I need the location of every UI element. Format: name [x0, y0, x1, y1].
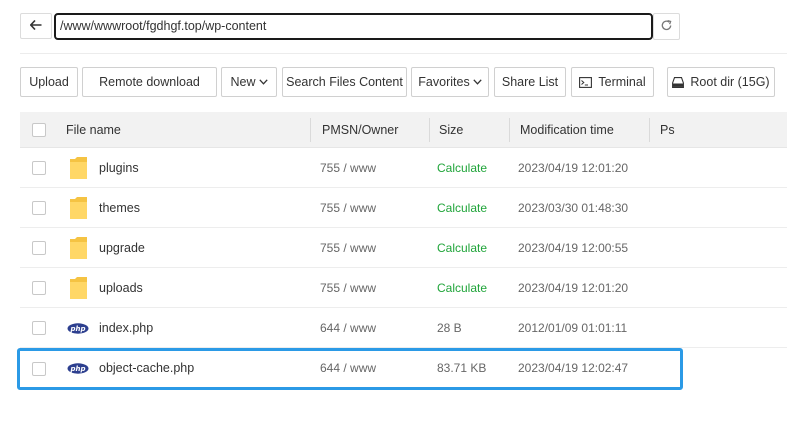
- row-checkbox[interactable]: [32, 362, 46, 376]
- refresh-icon: [660, 19, 673, 35]
- terminal-button[interactable]: Terminal: [571, 67, 654, 97]
- new-dropdown-button[interactable]: New: [221, 67, 277, 97]
- file-modified: 2023/04/19 12:02:47: [518, 361, 629, 375]
- file-permission[interactable]: 755 / www: [320, 188, 376, 228]
- file-permission[interactable]: 755 / www: [320, 148, 376, 188]
- new-label: New: [230, 75, 256, 89]
- row-checkbox[interactable]: [32, 281, 46, 295]
- search-files-label: Search Files Content: [286, 75, 403, 89]
- file-name[interactable]: upgrade: [99, 228, 145, 268]
- favorites-label: Favorites: [418, 75, 470, 89]
- toolbar: Upload Remote download New Search Files …: [20, 67, 787, 97]
- file-name[interactable]: uploads: [99, 268, 143, 308]
- select-all-checkbox[interactable]: [32, 123, 46, 137]
- row-checkbox[interactable]: [32, 161, 46, 175]
- php-icon: php: [67, 308, 89, 348]
- file-name[interactable]: themes: [99, 188, 140, 228]
- folder-icon: [69, 188, 88, 228]
- terminal-icon: [579, 76, 593, 88]
- remote-download-label: Remote download: [99, 75, 200, 89]
- toolbar-divider: [20, 53, 787, 54]
- table-row[interactable]: php index.php 644 / www 28 B 2012/01/09 …: [20, 308, 787, 348]
- header-file-name[interactable]: File name: [66, 112, 121, 148]
- calculate-link[interactable]: Calculate: [437, 148, 487, 188]
- back-button[interactable]: [20, 13, 52, 39]
- table-row[interactable]: php object-cache.php 644 / www 83.71 KB …: [20, 348, 787, 388]
- terminal-label: Terminal: [598, 75, 646, 89]
- file-permission[interactable]: 644 / www: [320, 308, 376, 348]
- folder-icon: [69, 268, 88, 308]
- table-row[interactable]: uploads 755 / www Calculate 2023/04/19 1…: [20, 268, 787, 308]
- column-divider: [649, 118, 650, 142]
- column-divider: [310, 118, 311, 142]
- file-permission[interactable]: 755 / www: [320, 228, 376, 268]
- file-size: 28 B: [437, 321, 462, 335]
- svg-text:php: php: [69, 325, 85, 333]
- favorites-dropdown-button[interactable]: Favorites: [411, 67, 489, 97]
- svg-text:php: php: [69, 365, 85, 373]
- path-input[interactable]: /www/wwwroot/fgdhgf.top/wp-content: [54, 13, 653, 40]
- upload-label: Upload: [29, 75, 69, 89]
- file-modified: 2023/04/19 12:01:20: [518, 161, 629, 175]
- file-size: 83.71 KB: [437, 361, 487, 375]
- chevron-down-icon: [473, 79, 482, 85]
- folder-icon: [69, 148, 88, 188]
- header-ps[interactable]: Ps: [660, 112, 675, 148]
- file-modified: 2023/04/19 12:00:55: [518, 241, 629, 255]
- table-row[interactable]: upgrade 755 / www Calculate 2023/04/19 1…: [20, 228, 787, 268]
- share-list-label: Share List: [501, 75, 559, 89]
- file-name[interactable]: plugins: [99, 148, 139, 188]
- row-checkbox[interactable]: [32, 241, 46, 255]
- calculate-link[interactable]: Calculate: [437, 188, 487, 228]
- table-row[interactable]: themes 755 / www Calculate 2023/03/30 01…: [20, 188, 787, 228]
- calculate-link[interactable]: Calculate: [437, 268, 487, 308]
- address-bar: /www/wwwroot/fgdhgf.top/wp-content: [20, 12, 787, 42]
- table-header: File name PMSN/Owner Size Modification t…: [20, 112, 787, 148]
- disk-icon: [672, 76, 685, 88]
- php-icon: php: [67, 348, 89, 388]
- upload-button[interactable]: Upload: [20, 67, 78, 97]
- header-permission[interactable]: PMSN/Owner: [322, 112, 398, 148]
- row-checkbox[interactable]: [32, 321, 46, 335]
- column-divider: [509, 118, 510, 142]
- header-modified[interactable]: Modification time: [520, 112, 614, 148]
- table-row[interactable]: plugins 755 / www Calculate 2023/04/19 1…: [20, 148, 787, 188]
- file-name[interactable]: index.php: [99, 308, 153, 348]
- file-modified: 2023/03/30 01:48:30: [518, 201, 629, 215]
- arrow-left-icon: [29, 19, 42, 33]
- remote-download-button[interactable]: Remote download: [82, 67, 217, 97]
- share-list-button[interactable]: Share List: [494, 67, 566, 97]
- root-dir-label: Root dir (15G): [690, 75, 770, 89]
- search-files-button[interactable]: Search Files Content: [282, 67, 407, 97]
- file-name[interactable]: object-cache.php: [99, 348, 194, 388]
- row-checkbox[interactable]: [32, 201, 46, 215]
- file-modified: 2012/01/09 01:01:11: [518, 321, 628, 335]
- chevron-down-icon: [258, 79, 268, 85]
- header-size[interactable]: Size: [439, 112, 463, 148]
- refresh-button[interactable]: [653, 13, 680, 40]
- calculate-link[interactable]: Calculate: [437, 228, 487, 268]
- folder-icon: [69, 228, 88, 268]
- column-divider: [429, 118, 430, 142]
- file-permission[interactable]: 755 / www: [320, 268, 376, 308]
- file-modified: 2023/04/19 12:01:20: [518, 281, 629, 295]
- file-permission[interactable]: 644 / www: [320, 348, 376, 388]
- root-dir-button[interactable]: Root dir (15G): [667, 67, 775, 97]
